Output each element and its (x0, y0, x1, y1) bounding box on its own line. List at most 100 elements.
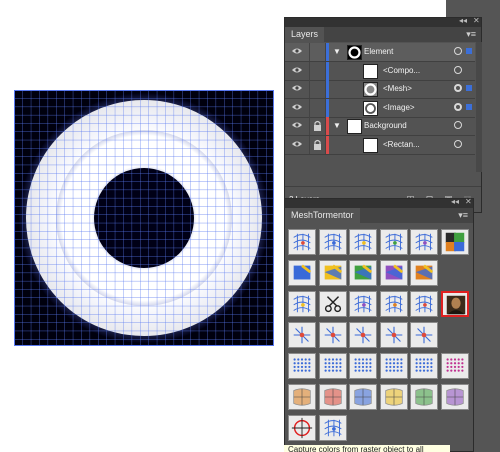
gradient-strip-tool[interactable] (410, 291, 438, 317)
tab-layers[interactable]: Layers (285, 27, 325, 42)
meshtormentor-tab-row: MeshTormentor ▾≡ (285, 208, 473, 223)
layers-panel: ◂◂ ✕ Layers ▾≡ ▼ Element <Compo... <Mesh> <I… (284, 16, 482, 213)
lock-icon[interactable] (309, 117, 326, 135)
tab-meshtormentor[interactable]: MeshTormentor (285, 208, 360, 223)
collapse-panel-icon[interactable]: ◂◂ (459, 16, 467, 25)
rotate-points-tool[interactable] (318, 322, 347, 348)
mesh-branch-tool[interactable] (410, 229, 438, 255)
mesh-cut-tool[interactable] (318, 291, 347, 317)
meshtormentor-titlebar[interactable]: ◂◂ ✕ (285, 197, 473, 208)
color-face-tool[interactable] (410, 260, 438, 286)
mesh-curve-tool[interactable] (349, 291, 377, 317)
mesh-select-tool[interactable] (288, 291, 316, 317)
selection-indicator[interactable] (466, 48, 472, 54)
mesh-artwork[interactable] (14, 90, 274, 346)
layer-thumbnail (363, 82, 378, 97)
grid-merge-tool[interactable] (440, 384, 469, 410)
layers-scrollbar[interactable] (476, 42, 482, 172)
grid-split-tool[interactable] (410, 384, 438, 410)
layer-color-bar (326, 43, 329, 61)
capture-colors-tool[interactable] (440, 291, 469, 317)
mesh-twist-tool[interactable] (318, 229, 347, 255)
tooltip: Capture colors from raster object to all (284, 445, 450, 452)
layer-color-bar (326, 98, 329, 117)
expand-toggle-icon[interactable]: ▼ (333, 47, 341, 56)
layer-name[interactable]: <Rectan... (383, 136, 420, 154)
target-circle-icon[interactable] (454, 102, 462, 111)
distribute-points-tool[interactable] (410, 322, 438, 348)
color-swatch-tool[interactable] (440, 229, 469, 255)
envelope-bulge-tool[interactable] (318, 384, 347, 410)
panel-menu-icon[interactable]: ▾≡ (466, 27, 476, 42)
visibility-eye-icon[interactable] (291, 47, 303, 55)
mesh-pen-tool[interactable] (379, 291, 408, 317)
layer-row[interactable]: <Rectan... (285, 135, 475, 155)
expand-toggle-icon[interactable]: ▼ (333, 121, 341, 130)
path-to-mesh-tool[interactable] (440, 353, 469, 379)
visibility-eye-icon[interactable] (291, 84, 303, 92)
layer-thumbnail (363, 63, 378, 79)
layer-row[interactable]: <Compo... (285, 61, 475, 81)
mesh-bounds-tool[interactable] (288, 353, 316, 379)
lock-toggle[interactable] (309, 61, 326, 80)
dot-grid-color-tool[interactable] (410, 353, 438, 379)
color-left-tool[interactable] (288, 260, 316, 286)
visibility-eye-icon[interactable] (291, 121, 303, 129)
layer-color-bar (326, 135, 329, 154)
layer-row[interactable]: ▼ Background (285, 117, 475, 136)
lock-toggle[interactable] (309, 98, 326, 117)
layer-thumbnail (363, 100, 378, 116)
transform-reset-tool[interactable] (318, 415, 347, 441)
layers-titlebar[interactable]: ◂◂ ✕ (285, 16, 481, 27)
dot-grid-dense-tool[interactable] (349, 353, 377, 379)
lock-toggle[interactable] (309, 43, 326, 61)
color-shift-tool[interactable] (379, 260, 408, 286)
layer-row[interactable]: <Mesh> (285, 80, 475, 99)
mesh-path-tool[interactable] (379, 229, 408, 255)
layer-name[interactable]: <Compo... (383, 62, 420, 80)
target-circle-icon[interactable] (454, 65, 462, 74)
ring-target-tool[interactable] (288, 415, 316, 441)
layer-thumbnail (363, 137, 378, 153)
color-right-tool[interactable] (318, 260, 347, 286)
layer-color-bar (326, 61, 329, 80)
layer-row[interactable]: <Image> (285, 98, 475, 118)
meshtormentor-panel: ◂◂ ✕ MeshTormentor ▾≡ (284, 197, 474, 452)
lock-icon[interactable] (309, 135, 326, 154)
layers-tab-row: Layers ▾≡ (285, 27, 481, 42)
layer-color-bar (326, 80, 329, 98)
mesh-node-tool[interactable] (349, 229, 377, 255)
target-circle-icon[interactable] (454, 84, 462, 92)
point-spread-tool[interactable] (288, 322, 316, 348)
visibility-eye-icon[interactable] (291, 66, 303, 74)
lock-toggle[interactable] (309, 80, 326, 98)
layer-row[interactable]: ▼ Element (285, 43, 475, 62)
target-circle-icon[interactable] (454, 47, 462, 55)
color-fill-tool[interactable] (349, 260, 377, 286)
close-panel-icon[interactable]: ✕ (465, 197, 472, 206)
target-circle-icon[interactable] (454, 121, 462, 129)
layer-name[interactable]: <Mesh> (383, 80, 412, 98)
selection-indicator[interactable] (466, 85, 472, 91)
close-panel-icon[interactable]: ✕ (473, 16, 480, 25)
align-points-tool[interactable] (379, 322, 408, 348)
envelope-flag-tool[interactable] (379, 384, 408, 410)
target-circle-icon[interactable] (454, 139, 462, 148)
panel-menu-icon[interactable]: ▾≡ (458, 208, 468, 223)
dot-grid-tool[interactable] (318, 353, 347, 379)
selection-indicator[interactable] (466, 103, 472, 110)
collapse-panel-icon[interactable]: ◂◂ (451, 197, 459, 206)
mesh-warp-tool[interactable] (288, 229, 316, 255)
visibility-eye-icon[interactable] (291, 140, 303, 148)
dot-grid-sparse-tool[interactable] (379, 353, 408, 379)
layer-thumbnail (347, 119, 362, 134)
layer-name[interactable]: Element (364, 43, 393, 61)
envelope-arc-tool[interactable] (288, 384, 316, 410)
layer-color-bar (326, 117, 329, 135)
layer-name[interactable]: <Image> (383, 99, 415, 117)
visibility-eye-icon[interactable] (291, 103, 303, 111)
layer-thumbnail (347, 45, 362, 60)
layer-name[interactable]: Background (364, 117, 407, 135)
envelope-twist-tool[interactable] (349, 384, 377, 410)
scale-points-tool[interactable] (349, 322, 377, 348)
